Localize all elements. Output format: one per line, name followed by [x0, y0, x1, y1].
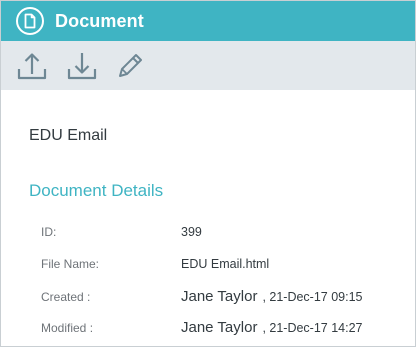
detail-row-modified: Modified : Jane Taylor , 21-Dec-17 14:27	[41, 319, 401, 336]
id-label: ID:	[41, 225, 57, 239]
detail-row-id: ID: 399	[41, 225, 401, 239]
panel-title: Document	[55, 10, 144, 31]
created-date: , 21-Dec-17 09:15	[262, 290, 363, 304]
created-label: Created :	[41, 290, 91, 304]
document-details-heading: Document Details	[29, 181, 164, 200]
download-button[interactable]	[65, 49, 99, 83]
detail-row-created: Created : Jane Taylor , 21-Dec-17 09:15	[41, 288, 401, 305]
document-name: EDU Email	[29, 127, 108, 144]
document-icon	[15, 6, 45, 36]
panel-header: Document	[1, 1, 415, 41]
modified-date: , 21-Dec-17 14:27	[262, 321, 363, 335]
id-value: 399	[181, 225, 202, 239]
created-user: Jane Taylor	[181, 288, 258, 305]
upload-icon	[17, 52, 47, 79]
file-name-value: EDU Email.html	[181, 257, 270, 271]
modified-label: Modified :	[41, 321, 94, 335]
toolbar	[1, 41, 415, 90]
document-panel: Document EDU Email Document Details ID: …	[0, 0, 416, 347]
modified-user: Jane Taylor	[181, 319, 258, 336]
detail-row-file-name: File Name: EDU Email.html	[41, 257, 401, 271]
download-icon	[67, 52, 97, 79]
pencil-icon	[119, 53, 142, 77]
edit-button[interactable]	[113, 49, 147, 83]
upload-button[interactable]	[15, 49, 49, 83]
file-name-label: File Name:	[41, 257, 100, 271]
